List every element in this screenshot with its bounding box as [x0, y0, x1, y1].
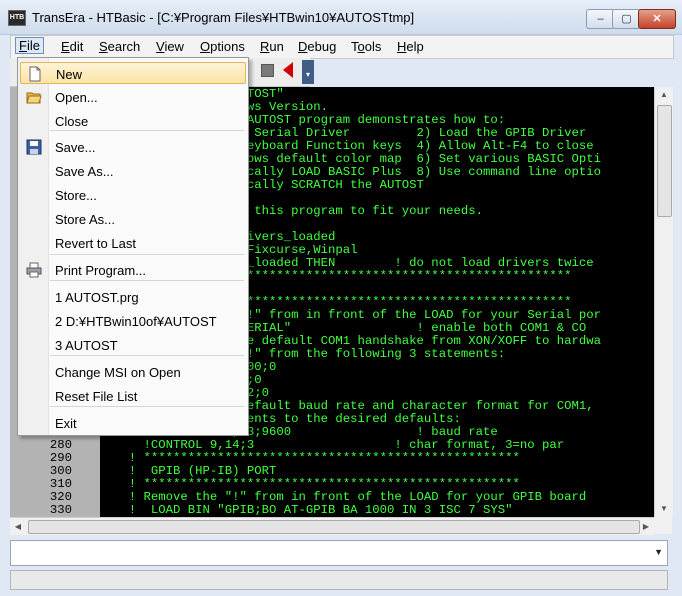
printer-icon — [26, 262, 42, 278]
status-bar — [10, 570, 668, 590]
file-menu-item-open[interactable]: Open... — [20, 86, 246, 108]
menu-item-label: Open... — [55, 90, 98, 105]
vertical-scroll-thumb[interactable] — [657, 105, 672, 217]
menu-tools[interactable]: Tools — [347, 38, 385, 55]
menu-item-label: Reset File List — [55, 389, 138, 404]
file-menu-item-store-as[interactable]: Store As... — [20, 208, 246, 230]
stop-icon[interactable] — [261, 64, 274, 77]
file-menu-item-store[interactable]: Store... — [20, 184, 246, 206]
menu-item-label: Close — [55, 114, 89, 129]
scroll-left-icon[interactable]: ◀ — [10, 518, 26, 535]
menu-help[interactable]: Help — [393, 38, 428, 55]
menu-item-label: Print Program... — [55, 263, 147, 278]
menu-item-label: Store As... — [55, 212, 115, 227]
command-line-input[interactable]: ▼ — [10, 540, 668, 566]
line-number: 330 — [49, 503, 72, 517]
menu-search[interactable]: Search — [95, 38, 144, 55]
menu-item-label: 2 D:¥HTBwin10of¥AUTOST — [55, 314, 217, 329]
file-menu-item-reset-file-list[interactable]: Reset File List — [20, 385, 246, 407]
window-title: TransEra - HTBasic - [C:¥Program Files¥H… — [32, 10, 415, 25]
scroll-down-icon[interactable]: ▼ — [655, 501, 673, 517]
menu-item-label: New — [56, 67, 83, 82]
scroll-right-icon[interactable]: ▶ — [638, 518, 654, 535]
vertical-scrollbar[interactable]: ▲ ▼ — [654, 87, 673, 517]
horizontal-scrollbar[interactable]: ◀ ▶ — [10, 517, 654, 535]
save-disk-icon — [26, 139, 42, 155]
title-bar: HTB TransEra - HTBasic - [C:¥Program Fil… — [0, 0, 682, 35]
menu-item-label: 1 AUTOST.prg — [55, 290, 139, 305]
file-menu-item-close[interactable]: Close — [20, 110, 246, 132]
scroll-corner — [654, 517, 672, 534]
code-text: ! LOAD BIN "GPIB;BO AT-GPIB BA 1000 IN 3… — [114, 503, 513, 517]
file-menu-item-exit[interactable]: Exit — [20, 412, 246, 434]
scroll-up-icon[interactable]: ▲ — [655, 87, 673, 103]
toolbar-overflow-icon[interactable]: ▾ — [302, 60, 314, 84]
menu-separator — [50, 254, 244, 255]
file-menu-item-2-d-htbwin10of-autost[interactable]: 2 D:¥HTBwin10of¥AUTOST — [20, 310, 246, 332]
open-folder-icon — [26, 89, 42, 105]
file-menu-item-new[interactable]: New — [20, 62, 246, 84]
menu-item-label: Exit — [55, 416, 77, 431]
menu-debug[interactable]: Debug — [294, 38, 340, 55]
horizontal-scroll-thumb[interactable] — [28, 520, 640, 534]
menu-bar: File Edit Search View Options Run Debug Tools He… — [10, 35, 674, 59]
menu-options[interactable]: Options — [196, 38, 249, 55]
file-menu-dropdown: New Open... Close Save... Save As... Store...… — [17, 57, 249, 436]
new-document-icon — [27, 66, 43, 82]
maximize-button[interactable]: ▢ — [612, 9, 641, 29]
code-line[interactable]: 290 ! **********************************… — [10, 452, 654, 465]
file-menu-item-print-program[interactable]: Print Program... — [20, 259, 246, 281]
file-menu-item-save[interactable]: Save... — [20, 136, 246, 158]
file-menu-item-save-as[interactable]: Save As... — [20, 160, 246, 182]
file-menu-item-3-autost[interactable]: 3 AUTOST — [20, 334, 246, 356]
menu-item-label: Save... — [55, 140, 96, 155]
menu-view[interactable]: View — [152, 38, 188, 55]
menu-item-label: Store... — [55, 188, 97, 203]
menu-item-label: Revert to Last — [55, 236, 136, 251]
file-menu-item-revert-to-last[interactable]: Revert to Last — [20, 232, 246, 254]
chevron-down-icon[interactable]: ▼ — [654, 547, 663, 557]
file-menu-item-change-msi-on-open[interactable]: Change MSI on Open — [20, 361, 246, 383]
menu-item-label: Change MSI on Open — [55, 365, 181, 380]
menu-edit[interactable]: Edit — [57, 38, 87, 55]
step-back-icon[interactable] — [283, 62, 293, 78]
code-line[interactable]: 330 ! LOAD BIN "GPIB;BO AT-GPIB BA 1000 … — [10, 504, 654, 517]
menu-file[interactable]: File — [15, 37, 44, 54]
file-menu-item-1-autost-prg[interactable]: 1 AUTOST.prg — [20, 286, 246, 308]
menu-item-label: 3 AUTOST — [55, 338, 118, 353]
menu-item-label: Save As... — [55, 164, 114, 179]
minimize-button[interactable]: – — [586, 9, 615, 29]
app-icon: HTB — [8, 10, 26, 26]
menu-run[interactable]: Run — [256, 38, 288, 55]
close-button[interactable]: ✕ — [638, 9, 676, 29]
